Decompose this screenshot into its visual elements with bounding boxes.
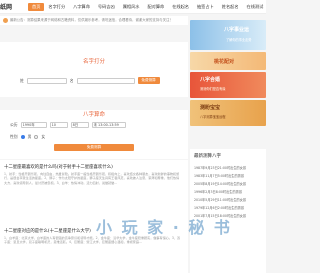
year-select[interactable]: 1990年 <box>20 122 47 128</box>
month-select[interactable]: 10 <box>49 122 68 128</box>
recent-bazi-panel: 最新测算八字 1987年9月23日21:00时出生的女孩 1983年11月7日5… <box>190 149 266 273</box>
notice-text: 最新公告：测算结果来源于网络和古籍资料，仅供娱乐参考，请勿迷信，合理看待，谢谢大… <box>10 18 173 22</box>
recent-item[interactable]: 1987年9月23日21:00时出生的女孩 <box>194 165 264 170</box>
banner-career-title: 八字事业运 <box>224 27 250 33</box>
article-title-2[interactable]: 十二星座对应的是什么(十二星座是什么大学) <box>4 228 91 234</box>
recent-item[interactable]: 1996年2月3日8:00时出生的男孩 <box>194 189 264 194</box>
site-logo[interactable]: 纸网 <box>0 2 12 11</box>
given-name-label: 名 <box>69 77 74 83</box>
nav-item-baby-name[interactable]: 姓名起名 <box>218 3 243 11</box>
watermark-overlay: 小 玩 家 · 秘 书 <box>96 218 232 237</box>
day-select[interactable]: 8日 <box>70 122 89 128</box>
male-label: 男 <box>27 134 32 139</box>
gender-row: 性别 男 女 <box>10 134 45 140</box>
main-nav: 首页 名字打分 八字算命 号码吉凶 属相风水 配对算命 在线起名 抽签占卜 姓名… <box>28 3 267 11</box>
banner-baby-sub: 八字测算宝宝运程 <box>200 115 226 119</box>
surname-input[interactable] <box>26 77 67 84</box>
banner-baby-title: 测盼宝宝 <box>200 105 221 111</box>
surname-label: 姓 <box>20 77 24 83</box>
recent-item[interactable]: 2005年8月19日14:00时出生的女孩 <box>194 181 264 186</box>
female-label: 女 <box>41 134 46 139</box>
nav-item-number[interactable]: 号码吉凶 <box>94 3 119 11</box>
nav-item-match[interactable]: 配对算命 <box>143 3 168 11</box>
recent-item[interactable]: 1979年12月6日2:00时出生的男孩 <box>194 205 264 210</box>
name-score-panel: 名字打分 姓 名 免费测算 <box>0 42 188 97</box>
article-excerpt-1: 1、射手：性格开朗乐观，向往自由，热爱冒险。射手座一般性格开朗乐观，积极向上，喜… <box>4 172 180 185</box>
bazi-title: 八字算命 <box>82 112 105 118</box>
nav-item-home[interactable]: 首页 <box>28 3 45 11</box>
birth-date-row: 公历 1990年 10 8日 未 13:00-13:59 <box>10 122 126 128</box>
banner-marriage-sub: 测测你们是否有缘 <box>200 87 226 91</box>
article-title-1[interactable]: 十二星座最喜欢的是什么吗(对于射手十二星座喜欢什么) <box>4 164 113 170</box>
nav-item-bazi[interactable]: 八字算命 <box>69 3 94 11</box>
recent-bazi-title: 最新测算八字 <box>194 154 221 159</box>
banner-marriage-title: 八字合婚 <box>200 77 221 83</box>
calendar-type-label: 公历 <box>10 122 18 127</box>
nav-item-fengshui[interactable]: 属相风水 <box>119 3 144 11</box>
banner-career-sub: 了解你的事业走势 <box>226 38 252 42</box>
nav-item-name-score[interactable]: 名字打分 <box>44 3 69 11</box>
female-radio[interactable] <box>34 135 39 139</box>
banner-career[interactable]: 八字事业运 了解你的事业走势 <box>190 20 266 50</box>
bazi-submit-button[interactable]: 免费测算 <box>54 144 134 151</box>
bazi-panel: 八字算命 公历 1990年 10 8日 未 13:00-13:59 性别 男 女… <box>0 110 188 159</box>
notice-bar: 最新公告：测算结果来源于网络和古籍资料，仅供娱乐参考，请勿迷信，合理看待，谢谢大… <box>0 16 188 25</box>
banner-baby[interactable]: 测盼宝宝 八字测算宝宝运程 <box>190 100 266 126</box>
speaker-icon <box>3 18 8 23</box>
recent-item[interactable]: 1983年11月7日5:00时出生的男孩 <box>194 173 264 178</box>
nav-item-divination[interactable]: 抽签占卜 <box>193 3 218 11</box>
male-radio[interactable] <box>20 135 25 139</box>
nav-item-test[interactable]: 在线测试 <box>243 3 268 11</box>
nav-item-naming[interactable]: 在线起名 <box>168 3 193 11</box>
name-score-submit-button[interactable]: 免费测算 <box>137 77 160 84</box>
hour-select[interactable]: 未 13:00-13:59 <box>91 122 126 128</box>
top-navigation-bar: 纸网 首页 名字打分 八字算命 号码吉凶 属相风水 配对算命 在线起名 抽签占卜… <box>0 0 266 14</box>
article-excerpt-2: 1、白羊座：北京大学，白羊座的人有很强的竞争意识和领导才能。2、金牛座：清华大学… <box>4 236 181 245</box>
given-name-input[interactable] <box>76 77 135 84</box>
name-score-row: 姓 名 免费测算 <box>20 77 160 84</box>
banner-love-match[interactable]: 桃花配对 <box>190 52 266 70</box>
banner-marriage[interactable]: 八字合婚 测测你们是否有缘 <box>190 72 266 98</box>
gender-label: 性别 <box>10 134 18 139</box>
recent-item[interactable]: 2010年5月29日11:00时出生的女孩 <box>194 197 264 202</box>
banner-love-match-title: 桃花配对 <box>214 59 235 65</box>
name-score-title: 名字打分 <box>82 59 105 65</box>
